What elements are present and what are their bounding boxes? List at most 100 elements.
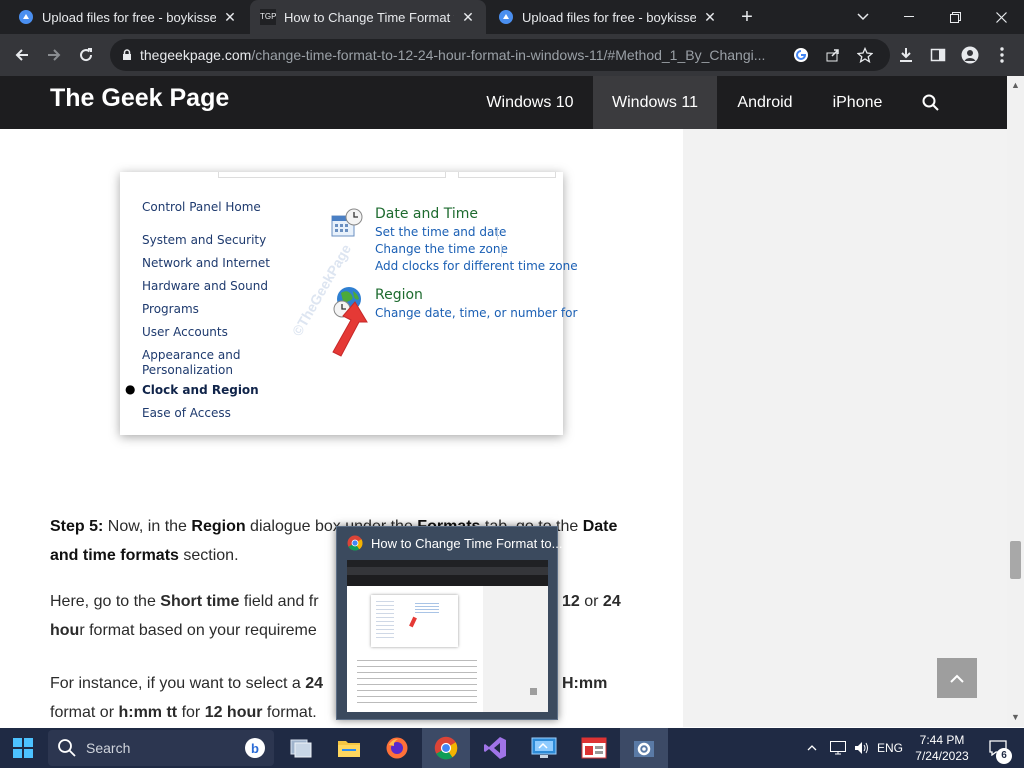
chrome-icon (347, 535, 363, 551)
google-icon (794, 48, 808, 62)
right-sidebar (683, 129, 1007, 727)
taskbar-search[interactable]: Search b (48, 730, 274, 766)
cp-item: Network and Internet (142, 256, 270, 270)
close-icon[interactable]: ✕ (460, 9, 476, 25)
close-window-button[interactable] (978, 0, 1024, 34)
thumb-sidebar (483, 586, 548, 712)
back-to-top-button[interactable] (937, 658, 977, 698)
tab-geek-page[interactable]: TGP How to Change Time Format to 12 ✕ (250, 0, 486, 34)
thumb-link-lines (415, 603, 439, 615)
control-panel-screenshot: Control Panel Home System and Security N… (120, 172, 578, 435)
tgp-favicon-icon: TGP (260, 9, 276, 25)
notifications-button[interactable]: 6 (978, 728, 1018, 768)
settings-taskbar-button[interactable] (620, 728, 668, 768)
google-lens-button[interactable] (790, 44, 812, 66)
svg-text:b: b (251, 741, 259, 756)
app-window-icon (581, 737, 607, 759)
cp-item: Hardware and Sound (142, 279, 268, 293)
cp-item: Appearance and (142, 348, 241, 362)
cp-home-link: Control Panel Home (142, 200, 261, 214)
gear-icon (634, 741, 654, 757)
scroll-down-arrow-icon[interactable]: ▼ (1010, 712, 1021, 723)
change-time-zone-link: Change the time zone (375, 242, 508, 256)
lock-icon (123, 49, 131, 60)
remote-desktop-button[interactable] (520, 728, 568, 768)
reload-button[interactable] (74, 43, 98, 67)
url-text: thegeekpage.com/change-time-format-to-12… (140, 47, 766, 63)
new-tab-button[interactable]: + (736, 6, 758, 28)
site-header: The Geek Page Windows 10 Windows 11 Andr… (0, 76, 1007, 129)
restore-button[interactable] (932, 0, 978, 34)
step-label: Step 5: (50, 518, 104, 535)
date-time-icon (331, 208, 363, 237)
app-window-button[interactable] (570, 728, 618, 768)
search-icon (58, 739, 76, 757)
monitor-icon (830, 741, 846, 755)
short-time-paragraph-line-1-end: 12 or 24 (562, 593, 621, 610)
bookmark-button[interactable] (854, 44, 876, 66)
share-button[interactable] (822, 44, 844, 66)
back-button[interactable] (10, 43, 34, 67)
share-icon (826, 49, 839, 62)
boykisser-favicon-icon (499, 10, 513, 24)
short-time-paragraph-line-2: hour format based on your requireme (50, 622, 317, 639)
thumb-text-lines (357, 660, 477, 704)
nav-android[interactable]: Android (720, 76, 810, 129)
tab-upload-files-1[interactable]: Upload files for free - boykisser.g ✕ (8, 0, 248, 34)
site-logo[interactable]: The Geek Page (50, 84, 229, 113)
clock[interactable]: 7:44 PM 7/24/2023 (906, 728, 978, 768)
red-arrow-icon (332, 301, 368, 357)
taskbar-thumbnail-popup[interactable]: How to Change Time Format to... (336, 526, 562, 720)
nav-windows-11[interactable]: Windows 11 (593, 76, 717, 129)
display-tray-button[interactable] (826, 728, 850, 768)
chrome-taskbar-button[interactable] (422, 728, 470, 768)
volume-button[interactable] (850, 728, 874, 768)
show-hidden-icons-button[interactable] (800, 728, 824, 768)
page-scrollbar[interactable]: ▲ ▼ (1007, 76, 1024, 727)
tab-search-button[interactable] (840, 0, 886, 34)
visual-studio-button[interactable] (472, 728, 518, 768)
forward-button[interactable] (42, 43, 66, 67)
arrow-right-icon (48, 49, 61, 61)
address-bar[interactable]: thegeekpage.com/change-time-format-to-12… (110, 39, 890, 71)
search-icon (922, 94, 939, 111)
file-explorer-button[interactable] (326, 728, 372, 768)
star-icon (857, 47, 873, 63)
profile-button[interactable] (958, 43, 982, 67)
scroll-up-arrow-icon[interactable]: ▲ (1010, 80, 1021, 91)
minimize-icon (904, 16, 914, 17)
site-search-button[interactable] (910, 76, 950, 129)
bing-icon: b (245, 738, 265, 758)
more-vertical-icon (1000, 47, 1004, 63)
cp-item-active: Clock and Region (142, 383, 259, 397)
minimize-button[interactable] (886, 0, 932, 34)
reload-icon (80, 48, 93, 62)
scroll-thumb[interactable] (1010, 541, 1021, 579)
folder-icon (338, 741, 360, 757)
date-and-time-heading: Date and Time (375, 206, 478, 222)
thumb-back-to-top (530, 688, 537, 695)
windows-logo-icon (13, 738, 33, 758)
nav-windows-10[interactable]: Windows 10 (470, 76, 590, 129)
downloads-button[interactable] (894, 43, 918, 67)
instance-paragraph-line-1: For instance, if you want to select a 24 (50, 675, 324, 692)
cp-item: User Accounts (142, 325, 228, 339)
task-view-button[interactable] (278, 728, 324, 768)
clock-time: 7:44 PM (919, 733, 965, 747)
start-button[interactable] (0, 728, 46, 768)
nav-iphone[interactable]: iPhone (815, 76, 900, 129)
tab-upload-files-2[interactable]: Upload files for free - boykisser.g ✕ (488, 0, 728, 34)
windows-taskbar: Search b ENG 7:44 PM 7/24/2023 6 (0, 728, 1024, 768)
firefox-button[interactable] (374, 728, 420, 768)
popup-title-bar: How to Change Time Format to... (347, 535, 562, 551)
page-thumbnail-preview[interactable] (347, 560, 548, 712)
instance-paragraph-line-2: format or h:mm tt for 12 hour format. (50, 704, 317, 721)
cp-item: Programs (142, 302, 199, 316)
instance-paragraph-line-1-end: H:mm (562, 675, 608, 692)
close-icon[interactable]: ✕ (222, 9, 238, 25)
language-indicator[interactable]: ENG (874, 728, 906, 768)
close-icon[interactable]: ✕ (702, 9, 718, 25)
chevron-up-icon (950, 674, 964, 683)
side-panel-button[interactable] (926, 43, 950, 67)
menu-button[interactable] (990, 43, 1014, 67)
